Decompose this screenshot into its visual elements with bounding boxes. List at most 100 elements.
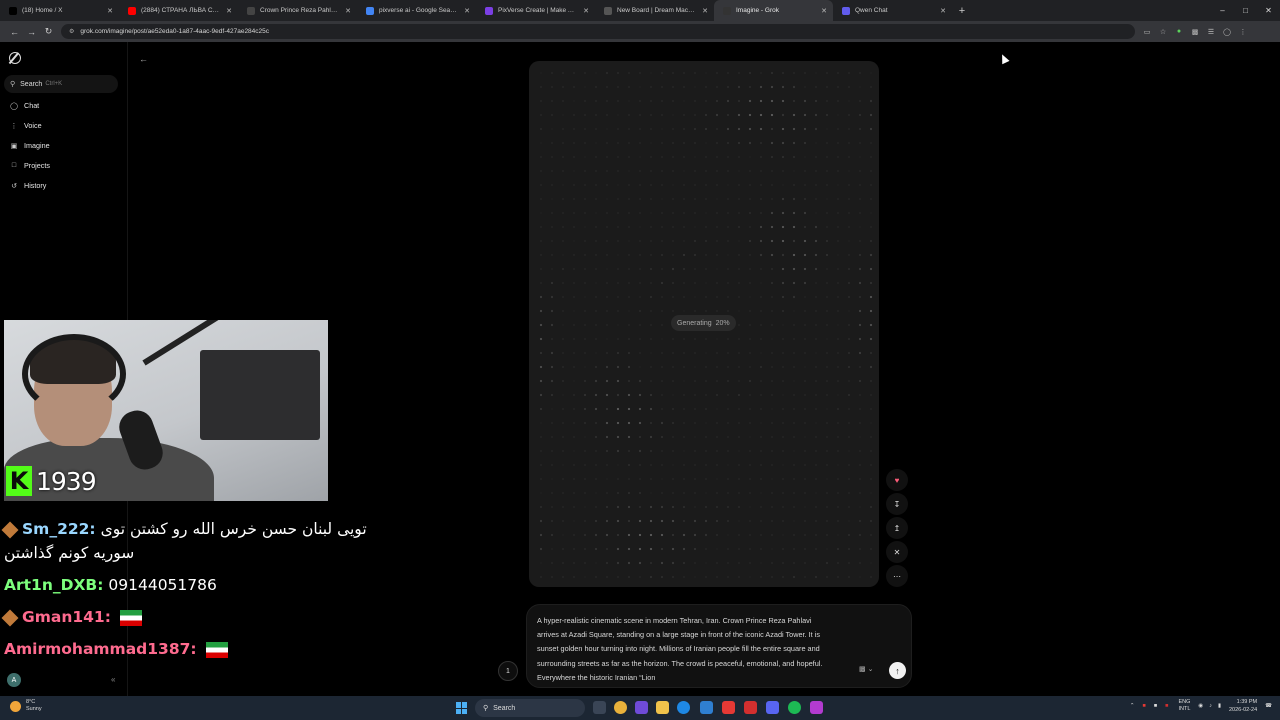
loading-dot [836, 295, 840, 299]
tray-app-icon[interactable]: ■ [1143, 703, 1146, 709]
loading-dot [737, 85, 741, 89]
search-input[interactable]: ⚲ Search Ctrl+K [4, 75, 118, 93]
menu-tabs-icon[interactable]: ☰ [1203, 28, 1219, 36]
sidebar-item-history[interactable]: ↺ History [10, 181, 46, 190]
share-button[interactable]: ↥ [886, 517, 908, 539]
video-camera-icon: ▩ [859, 666, 866, 673]
forward-icon[interactable]: → [23, 27, 40, 37]
close-tab-icon[interactable]: ✕ [702, 7, 708, 15]
back-arrow-icon[interactable]: ← [139, 54, 148, 64]
avatar[interactable]: A [7, 673, 21, 687]
chrome-app-icon[interactable] [614, 701, 627, 714]
discord-app-icon[interactable] [766, 701, 779, 714]
tab-label: PixVerse Create | Make AI Vide [498, 7, 576, 14]
bookmark-star-icon[interactable]: ☆ [1155, 28, 1171, 36]
loading-dot [594, 197, 598, 201]
minimize-icon[interactable]: – [1211, 6, 1234, 15]
loading-dot [628, 310, 630, 312]
loading-dot [649, 421, 653, 425]
weather-widget[interactable]: 8°C Sunny [10, 699, 42, 713]
install-app-icon[interactable]: ▭ [1139, 28, 1155, 36]
browser-tab[interactable]: Qwen Chat ✕ [833, 0, 952, 21]
video-mode-toggle[interactable]: ▩ ⌄ [859, 665, 873, 673]
loading-dot [572, 323, 576, 327]
store-app-icon[interactable] [700, 701, 713, 714]
sidebar-item-label: History [24, 181, 47, 190]
extensions-icon[interactable]: ▩ [1187, 28, 1203, 36]
more-options-button[interactable]: ⋯ [886, 565, 908, 587]
loading-dot [792, 463, 796, 467]
close-tab-icon[interactable]: ✕ [940, 7, 946, 15]
task-view-icon[interactable] [593, 701, 606, 714]
browser-tab[interactable]: (18) Home / X ✕ [0, 0, 119, 21]
clock[interactable]: 1:39 PM 2026-02-24 [1229, 698, 1257, 714]
generation-count-badge[interactable]: 1 [498, 661, 518, 681]
more-menu-icon[interactable]: ⋮ [1235, 28, 1251, 36]
close-window-icon[interactable]: ✕ [1257, 6, 1280, 15]
prompt-box[interactable]: A hyper-realistic cinematic scene in mod… [526, 604, 912, 688]
battery-icon[interactable]: ▮ [1218, 703, 1221, 709]
download-button[interactable]: ↧ [886, 493, 908, 515]
loading-dot [770, 575, 774, 579]
reload-icon[interactable]: ↻ [40, 26, 57, 37]
tray-app-icon[interactable]: ■ [1165, 703, 1168, 709]
edge-app-icon[interactable] [677, 701, 690, 714]
volume-icon[interactable]: ♪ [1209, 703, 1212, 709]
mega-app-icon[interactable] [744, 701, 757, 714]
address-bar[interactable]: ⚙ grok.com/imagine/post/ae52eda0-1a87-4a… [61, 24, 1135, 39]
browser-tab[interactable]: pixverse ai - Google Search ✕ [357, 0, 476, 21]
youtube-app-icon[interactable] [722, 701, 735, 714]
sidebar-item-projects[interactable]: □ Projects [10, 161, 50, 170]
loading-dot [627, 463, 631, 467]
collapse-sidebar-icon[interactable]: « [111, 675, 115, 684]
send-button[interactable]: ↑ [889, 662, 906, 679]
browser-tab[interactable]: New Board | Dream Machine ✕ [595, 0, 714, 21]
loading-dot [715, 71, 719, 75]
close-tab-icon[interactable]: ✕ [821, 7, 827, 15]
start-button[interactable] [456, 702, 468, 714]
close-tab-icon[interactable]: ✕ [226, 7, 232, 15]
loading-dot [737, 197, 741, 201]
notification-icon[interactable]: ☎ [1265, 703, 1272, 709]
close-tab-icon[interactable]: ✕ [464, 7, 470, 15]
browser-tab[interactable]: (2884) СТРАНА ЛЬВА СОЛНЦ ✕ [119, 0, 238, 21]
sidebar-item-imagine[interactable]: ▣ Imagine [10, 141, 50, 150]
close-tab-icon[interactable]: ✕ [107, 7, 113, 15]
sidebar-item-voice[interactable]: ⋮ Voice [10, 121, 42, 130]
language-indicator[interactable]: ENG INTL [1178, 699, 1190, 713]
loading-dot [781, 435, 785, 439]
loading-dot [550, 351, 554, 355]
new-tab-button[interactable]: + [954, 0, 970, 21]
site-info-icon[interactable]: ⚙ [69, 28, 74, 35]
grok-logo-icon[interactable] [9, 52, 21, 64]
browser-tab[interactable]: PixVerse Create | Make AI Vide ✕ [476, 0, 595, 21]
browser-tab[interactable]: Imagine - Grok ✕ [714, 0, 833, 21]
close-tab-icon[interactable]: ✕ [345, 7, 351, 15]
maximize-icon[interactable]: □ [1234, 6, 1257, 15]
spotify-app-icon[interactable] [788, 701, 801, 714]
sidebar-item-chat[interactable]: ◯ Chat [10, 101, 39, 110]
loading-dot [770, 309, 774, 313]
browser-tab[interactable]: Crown Prince Reza Pahlavi ✕ [238, 0, 357, 21]
loading-dot [649, 239, 653, 243]
profile-icon[interactable]: ◯ [1219, 28, 1235, 36]
loading-dot [814, 547, 818, 551]
copilot-app-icon[interactable] [635, 701, 648, 714]
taskbar-search[interactable]: ⚲ Search [475, 699, 585, 717]
loading-dot [561, 449, 565, 453]
tray-app-icon[interactable]: ■ [1154, 703, 1157, 709]
app-icon[interactable] [810, 701, 823, 714]
prompt-text[interactable]: A hyper-realistic cinematic scene in mod… [537, 614, 833, 686]
file-explorer-icon[interactable] [656, 701, 669, 714]
loading-dot [792, 477, 796, 481]
loading-dot [605, 239, 609, 243]
close-tab-icon[interactable]: ✕ [583, 7, 589, 15]
loading-dot [561, 533, 565, 537]
x-share-button[interactable]: ✕ [886, 541, 908, 563]
like-button[interactable]: ♥ [886, 469, 908, 491]
chevron-up-icon[interactable]: ⌃ [1130, 703, 1135, 709]
extension-icon[interactable]: ● [1171, 28, 1187, 35]
back-icon[interactable]: ← [6, 27, 23, 37]
loading-dot [583, 211, 587, 215]
wifi-icon[interactable]: ◉ [1198, 703, 1203, 709]
